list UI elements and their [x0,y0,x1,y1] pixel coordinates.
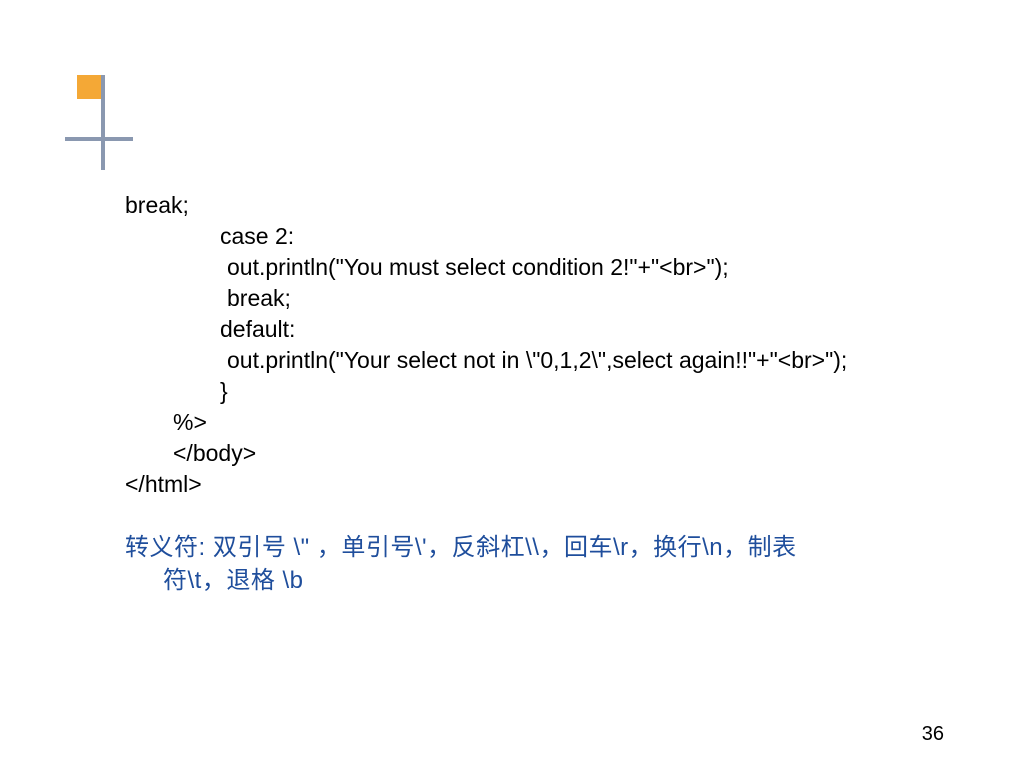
escape-note-line1: 转义符: 双引号 \" ，单引号\'，反斜杠\\，回车\r，换行\n，制表 [125,532,954,564]
code-line: %> [173,407,954,438]
deco-gray-vertical [101,75,105,170]
code-line: } [220,376,954,407]
slide-content: break; case 2: out.println("You must sel… [125,190,954,597]
slide-decoration [65,75,115,175]
code-line: case 2: [220,221,954,252]
deco-gray-horizontal [65,137,133,141]
code-line: default: [220,314,954,345]
code-line: out.println("Your select not in \"0,1,2\… [227,345,954,376]
slide: break; case 2: out.println("You must sel… [0,0,1024,768]
code-line: break; [227,283,954,314]
page-number: 36 [922,723,944,746]
escape-note-line2: 符\t，退格 \b [125,565,954,597]
code-line: out.println("You must select condition 2… [227,252,954,283]
code-line: break; [125,190,954,221]
deco-orange-square [77,75,101,99]
code-line: </body> [173,438,954,469]
code-line: </html> [125,469,954,500]
